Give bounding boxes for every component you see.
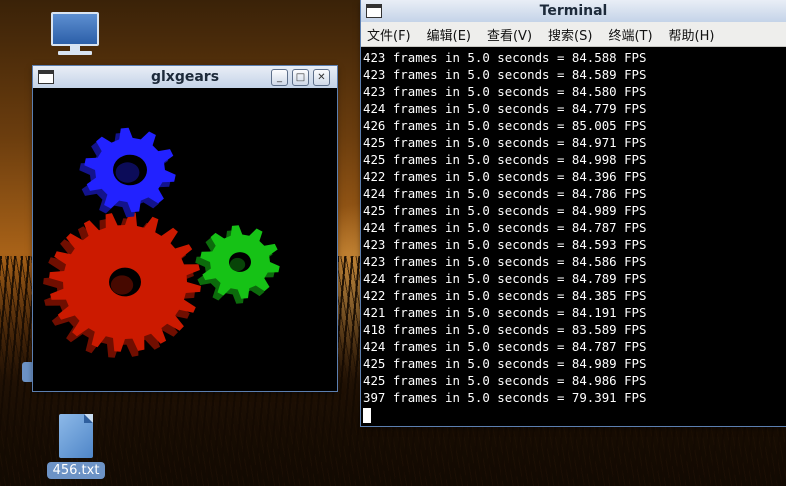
terminal-window[interactable]: Terminal 文件(F) 编辑(E) 查看(V) 搜索(S) 终端(T) 帮… [361, 0, 786, 426]
terminal-titlebar[interactable]: Terminal [361, 0, 786, 22]
terminal-line: 425 frames in 5.0 seconds = 84.989 FPS [363, 203, 647, 218]
text-file-icon [59, 414, 93, 458]
glxgears-window[interactable]: glxgears _ □ ✕ [33, 66, 337, 391]
terminal-line: 424 frames in 5.0 seconds = 84.786 FPS [363, 186, 647, 201]
terminal-line: 425 frames in 5.0 seconds = 84.998 FPS [363, 152, 647, 167]
menu-edit[interactable]: 编辑(E) [427, 25, 471, 44]
terminal-line: 418 frames in 5.0 seconds = 83.589 FPS [363, 322, 647, 337]
terminal-line: 424 frames in 5.0 seconds = 84.779 FPS [363, 101, 647, 116]
red-gear [43, 212, 201, 358]
monitor-icon [51, 12, 99, 46]
menu-help[interactable]: 帮助(H) [669, 25, 715, 44]
window-title: Terminal [539, 3, 608, 19]
terminal-line: 423 frames in 5.0 seconds = 84.589 FPS [363, 67, 647, 82]
glxgears-titlebar[interactable]: glxgears _ □ ✕ [33, 66, 337, 88]
terminal-line: 423 frames in 5.0 seconds = 84.586 FPS [363, 254, 647, 269]
menu-terminal[interactable]: 终端(T) [608, 25, 652, 44]
computer-desktop-icon[interactable] [48, 12, 102, 62]
window-title: glxgears [150, 69, 220, 85]
terminal-line: 425 frames in 5.0 seconds = 84.989 FPS [363, 356, 647, 371]
file-label: 456.txt [46, 462, 106, 479]
terminal-line: 422 frames in 5.0 seconds = 84.396 FPS [363, 169, 647, 184]
window-menu-icon[interactable] [38, 70, 54, 84]
menu-search[interactable]: 搜索(S) [548, 25, 592, 44]
text-cursor [363, 408, 371, 423]
terminal-menubar: 文件(F) 编辑(E) 查看(V) 搜索(S) 终端(T) 帮助(H) [361, 22, 786, 47]
green-gear [195, 225, 280, 304]
menu-view[interactable]: 查看(V) [487, 25, 532, 44]
terminal-line: 423 frames in 5.0 seconds = 84.593 FPS [363, 237, 647, 252]
terminal-line: 423 frames in 5.0 seconds = 84.580 FPS [363, 84, 647, 99]
file-desktop-icon[interactable]: 456.txt [46, 414, 106, 479]
terminal-line: 424 frames in 5.0 seconds = 84.787 FPS [363, 220, 647, 235]
terminal-line: 424 frames in 5.0 seconds = 84.787 FPS [363, 339, 647, 354]
terminal-line: 426 frames in 5.0 seconds = 85.005 FPS [363, 118, 647, 133]
terminal-output[interactable]: 423 frames in 5.0 seconds = 84.588 FPS 42… [363, 48, 786, 426]
terminal-line: 425 frames in 5.0 seconds = 84.986 FPS [363, 373, 647, 388]
terminal-line: 422 frames in 5.0 seconds = 84.385 FPS [363, 288, 647, 303]
terminal-line: 421 frames in 5.0 seconds = 84.191 FPS [363, 305, 647, 320]
output-lines: 423 frames in 5.0 seconds = 84.588 FPS 42… [363, 49, 786, 406]
maximize-button[interactable]: □ [292, 69, 309, 86]
terminal-window-icon[interactable] [366, 4, 382, 18]
close-button[interactable]: ✕ [313, 69, 330, 86]
gl-canvas[interactable] [35, 90, 335, 389]
blue-gear [79, 127, 176, 218]
minimize-button[interactable]: _ [271, 69, 288, 86]
terminal-line: 425 frames in 5.0 seconds = 84.971 FPS [363, 135, 647, 150]
menu-file[interactable]: 文件(F) [367, 25, 411, 44]
terminal-line: 423 frames in 5.0 seconds = 84.588 FPS [363, 50, 647, 65]
terminal-line: 397 frames in 5.0 seconds = 79.391 FPS [363, 390, 647, 405]
gears-render [43, 127, 280, 358]
terminal-line: 424 frames in 5.0 seconds = 84.789 FPS [363, 271, 647, 286]
